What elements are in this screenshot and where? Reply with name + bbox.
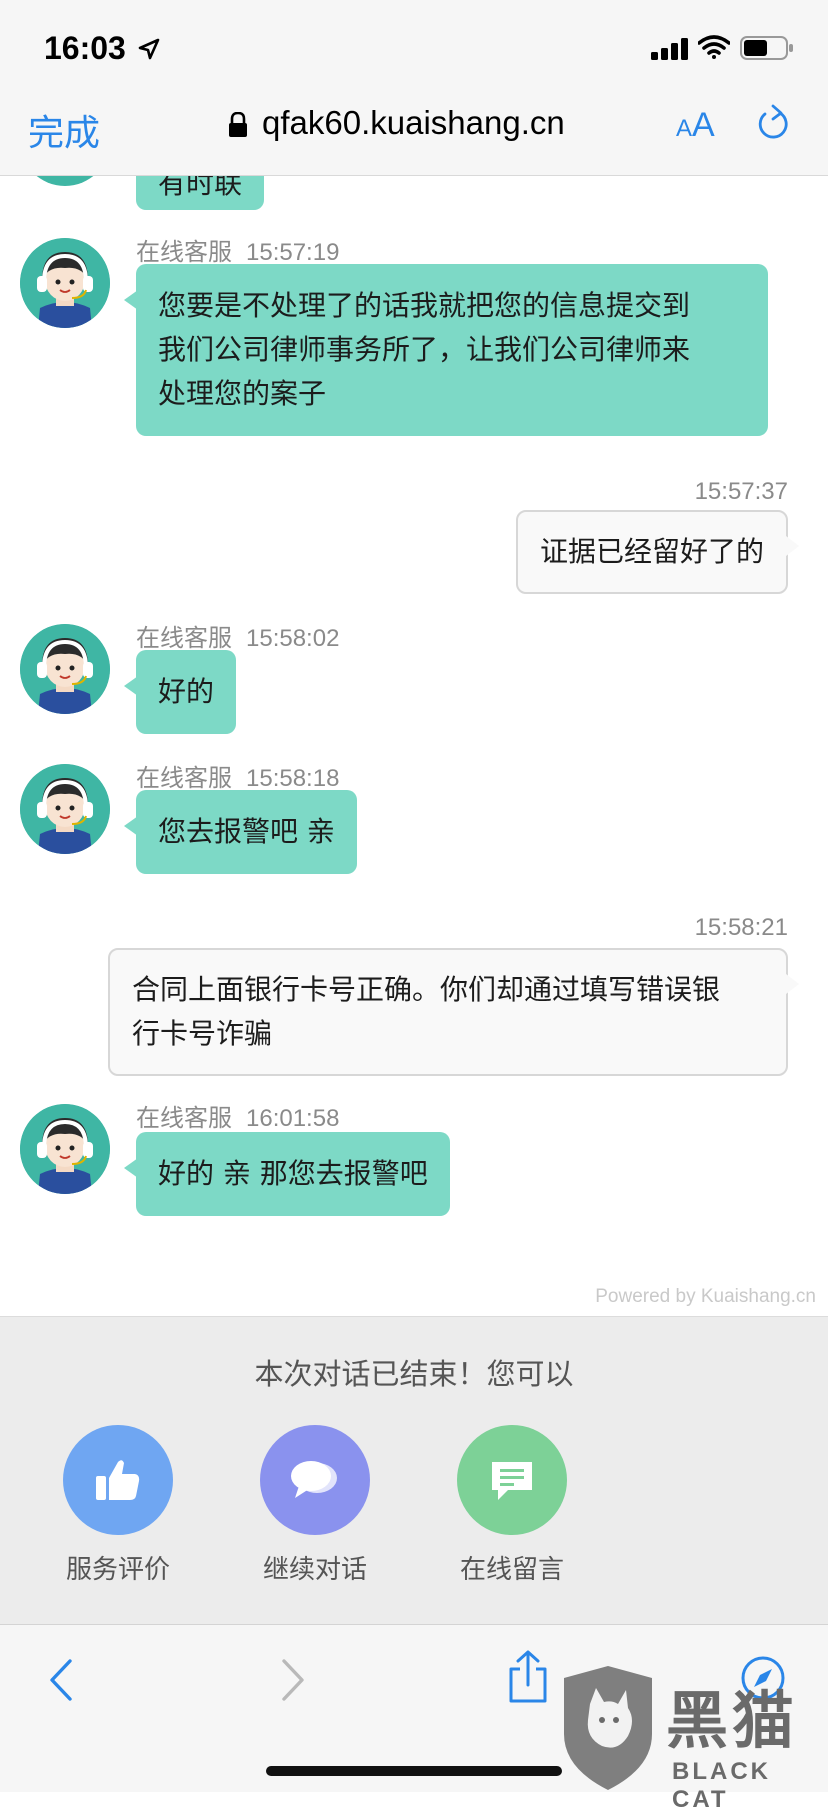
message-meta: 在线客服 16:01:58 — [136, 1098, 339, 1133]
wifi-icon — [698, 35, 730, 59]
user-message-bubble: 合同上面银行卡号正确。你们却通过填写错误银 行卡号诈骗 — [108, 948, 799, 1076]
forward-icon[interactable] — [280, 1657, 308, 1703]
message-line: 您去报警吧 亲 — [158, 815, 335, 848]
battery-icon — [740, 36, 793, 60]
message-time: 15:58:02 — [246, 625, 340, 652]
message-meta: 在线客服 15:58:02 — [136, 618, 339, 653]
message-line: 我们公司律师事务所了，让我们公司律师来 — [158, 333, 691, 366]
rate-service-label: 服务评价 — [65, 1555, 170, 1585]
done-button[interactable]: 完成 — [28, 104, 100, 156]
agent-message-bubble: 您去报警吧 亲 — [124, 790, 357, 874]
message-line: 好的 亲 那您去报警吧 — [158, 1157, 428, 1190]
powered-by-label: Powered by Kuaishang.cn — [595, 1286, 816, 1307]
continue-chat-circle — [260, 1425, 370, 1535]
cell-signal-icon — [651, 38, 688, 60]
chat-area[interactable]: 有时联 在线客服 15:57:19 您要是不处理了的话我就把您的信息提交到 我们公… — [0, 0, 828, 1315]
text-size-small-label: A — [676, 115, 693, 142]
agent-avatar — [20, 1104, 110, 1194]
message-meta: 在线客服 15:58:18 — [136, 758, 339, 793]
agent-message-bubble: 好的 亲 那您去报警吧 — [124, 1132, 450, 1216]
agent-avatar — [20, 624, 110, 714]
message-time: 16:01:58 — [246, 1105, 340, 1132]
black-cat-watermark: 黑猫 BLACK CAT — [556, 1664, 828, 1813]
leave-message-label: 在线留言 — [459, 1555, 564, 1585]
message-line: 处理您的案子 — [158, 377, 327, 410]
back-icon[interactable] — [46, 1657, 74, 1703]
message-time: 15:57:37 — [694, 478, 788, 505]
sender-name: 在线客服 — [136, 625, 232, 652]
thumbs-up-icon — [96, 1460, 140, 1500]
lock-icon — [229, 112, 247, 137]
agent-avatar-icon — [20, 764, 110, 854]
cat-shield-logo-icon — [564, 1666, 652, 1790]
conversation-ended-message: 本次对话已结束！您可以 — [254, 1357, 574, 1391]
message-meta: 在线客服 15:57:19 — [136, 232, 339, 267]
leave-message-button[interactable]: 在线留言 — [437, 1425, 587, 1586]
browser-header: 16:03 完成 qfak60.kuaishang.cn AA — [0, 0, 828, 176]
message-time: 15:58:21 — [694, 914, 788, 941]
agent-avatar — [20, 238, 110, 328]
message-time: 15:57:19 — [246, 239, 340, 266]
location-arrow-icon — [138, 38, 160, 60]
continue-chat-label: 继续对话 — [262, 1555, 367, 1585]
agent-avatar-icon — [20, 238, 110, 328]
text-size-button[interactable]: AA — [676, 106, 715, 145]
watermark-subtext: BLACK CAT — [672, 1758, 771, 1813]
conversation-ended-panel: 本次对话已结束！您可以 服务评价 继续对话 在线留言 — [0, 1316, 828, 1624]
leave-message-circle — [457, 1425, 567, 1535]
rate-service-button[interactable]: 服务评价 — [43, 1425, 193, 1586]
agent-avatar-icon — [20, 1104, 110, 1194]
sender-name: 在线客服 — [136, 765, 232, 792]
message-line: 证据已经留好了的 — [539, 535, 764, 568]
share-icon[interactable] — [506, 1649, 550, 1703]
agent-message-bubble: 好的 — [123, 650, 237, 734]
agent-message-bubble: 您要是不处理了的话我就把您的信息提交到 我们公司律师事务所了，让我们公司律师来 … — [124, 264, 768, 436]
sender-name: 在线客服 — [136, 1105, 232, 1132]
reload-icon[interactable] — [756, 104, 792, 144]
home-indicator[interactable] — [266, 1766, 562, 1776]
message-time: 15:58:18 — [246, 765, 340, 792]
text-size-large-label: A — [692, 106, 715, 144]
message-line: 行卡号诈骗 — [132, 1017, 273, 1050]
message-line: 您要是不处理了的话我就把您的信息提交到 — [158, 289, 691, 322]
sender-name: 在线客服 — [136, 239, 232, 266]
agent-avatar — [20, 764, 110, 854]
watermark-text: 黑猫 — [666, 1684, 799, 1757]
message-line: 好的 — [158, 675, 215, 708]
status-time: 16:03 — [44, 30, 126, 66]
agent-avatar-icon — [20, 624, 110, 714]
message-line: 合同上面银行卡号正确。你们却通过填写错误银 — [132, 973, 721, 1006]
url-field[interactable]: qfak60.kuaishang.cn — [262, 104, 565, 142]
continue-chat-button[interactable]: 继续对话 — [240, 1425, 390, 1586]
rate-service-circle — [63, 1425, 173, 1535]
chat-bubbles-icon — [291, 1461, 337, 1498]
user-message-bubble: 证据已经留好了的 — [515, 510, 800, 594]
message-icon — [492, 1462, 532, 1500]
